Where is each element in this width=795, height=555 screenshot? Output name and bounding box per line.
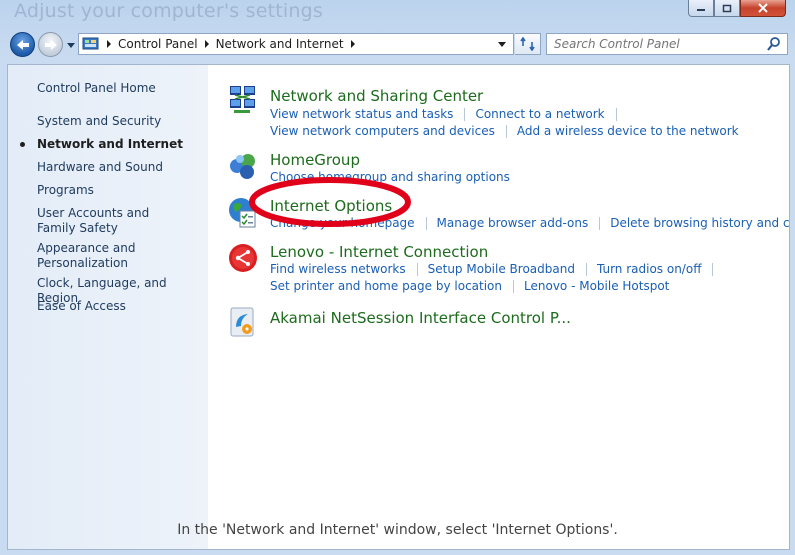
search-icon[interactable] xyxy=(766,36,782,52)
task-row: Change your homepage Manage browser add-… xyxy=(270,216,789,230)
separator xyxy=(425,216,427,230)
separator xyxy=(585,262,587,276)
separator xyxy=(513,279,515,293)
separator xyxy=(615,107,617,121)
task-row: View network status and tasks Connect to… xyxy=(270,107,627,121)
separator xyxy=(599,216,601,230)
search-input[interactable] xyxy=(547,35,766,53)
task-row: View network computers and devices Add a… xyxy=(270,124,739,138)
task-homegroup-options[interactable]: Choose homegroup and sharing options xyxy=(270,170,510,184)
history-dropdown-icon[interactable] xyxy=(66,41,76,49)
breadcrumb-control-panel[interactable]: Control Panel xyxy=(118,37,198,51)
akamai-icon xyxy=(230,307,254,337)
separator xyxy=(416,262,418,276)
task-manage-addons[interactable]: Manage browser add-ons xyxy=(437,216,589,230)
sidebar-item-appearance[interactable]: Appearance and Personalization xyxy=(37,241,147,271)
sidebar-item-network-internet: Network and Internet xyxy=(37,137,183,151)
minimize-button[interactable] xyxy=(688,0,714,17)
close-button[interactable] xyxy=(740,0,786,17)
sidebar-item-user-accounts[interactable]: User Accounts and Family Safety xyxy=(37,206,187,236)
task-row: Set printer and home page by location Le… xyxy=(270,279,669,293)
control-panel-icon xyxy=(82,37,99,50)
task-delete-history[interactable]: Delete browsing history and cookies xyxy=(610,216,789,230)
refresh-button[interactable] xyxy=(515,33,541,55)
task-setup-mobile-broadband[interactable]: Setup Mobile Broadband xyxy=(428,262,575,276)
main-panel: Network and Sharing Center View network … xyxy=(208,65,789,549)
task-view-network-computers[interactable]: View network computers and devices xyxy=(270,124,495,138)
back-arrow-icon xyxy=(16,39,29,50)
window-title: Adjust your computer's settings xyxy=(14,0,323,22)
separator xyxy=(464,107,466,121)
caption-buttons xyxy=(688,0,786,18)
content-area: Control Panel Home System and Security N… xyxy=(7,64,790,550)
task-set-printer-homepage[interactable]: Set printer and home page by location xyxy=(270,279,502,293)
search-box[interactable] xyxy=(546,33,788,55)
task-add-wireless-device[interactable]: Add a wireless device to the network xyxy=(517,124,739,138)
address-dropdown-icon[interactable] xyxy=(495,37,509,51)
breadcrumb-arrow-icon xyxy=(350,40,355,48)
task-row: Choose homegroup and sharing options xyxy=(270,170,510,184)
minimize-icon xyxy=(697,9,705,11)
task-find-wireless[interactable]: Find wireless networks xyxy=(270,262,406,276)
sidebar: Control Panel Home System and Security N… xyxy=(8,65,208,549)
lenovo-connection-icon xyxy=(229,244,257,272)
maximize-button[interactable] xyxy=(714,0,740,17)
separator xyxy=(712,262,714,276)
task-connect-to-network[interactable]: Connect to a network xyxy=(475,107,604,121)
task-change-homepage[interactable]: Change your homepage xyxy=(270,216,415,230)
back-button[interactable] xyxy=(10,32,35,57)
breadcrumb-arrow-icon xyxy=(107,40,111,48)
network-sharing-icon xyxy=(230,86,255,113)
category-internet-options[interactable]: Internet Options xyxy=(270,197,392,215)
homegroup-icon xyxy=(230,154,255,179)
sidebar-item-home[interactable]: Control Panel Home xyxy=(37,81,202,96)
refresh-icon xyxy=(519,37,535,51)
maximize-icon xyxy=(722,4,732,12)
breadcrumb-network-internet[interactable]: Network and Internet xyxy=(216,37,344,51)
active-bullet xyxy=(20,142,25,147)
address-bar[interactable]: Control Panel Network and Internet xyxy=(78,33,514,55)
close-icon xyxy=(758,3,768,13)
breadcrumb-arrow-icon xyxy=(204,40,209,48)
window-frame: Adjust your computer's settings Control … xyxy=(0,0,795,555)
sidebar-item-hardware-sound[interactable]: Hardware and Sound xyxy=(37,160,202,175)
category-homegroup[interactable]: HomeGroup xyxy=(270,151,360,169)
forward-button[interactable] xyxy=(38,32,63,57)
separator xyxy=(505,124,507,138)
sidebar-item-programs[interactable]: Programs xyxy=(37,183,202,198)
sidebar-item-ease-of-access[interactable]: Ease of Access xyxy=(37,299,202,314)
sidebar-item-system-security[interactable]: System and Security xyxy=(37,114,202,129)
internet-options-icon xyxy=(229,198,256,228)
task-row: Find wireless networks Setup Mobile Broa… xyxy=(270,262,723,276)
instruction-caption: In the 'Network and Internet' window, se… xyxy=(177,522,618,538)
forward-arrow-icon xyxy=(44,39,57,50)
category-lenovo-connection[interactable]: Lenovo - Internet Connection xyxy=(270,243,488,261)
task-mobile-hotspot[interactable]: Lenovo - Mobile Hotspot xyxy=(524,279,669,293)
category-akamai[interactable]: Akamai NetSession Interface Control P... xyxy=(270,309,571,327)
task-view-network-status[interactable]: View network status and tasks xyxy=(270,107,453,121)
task-turn-radios[interactable]: Turn radios on/off xyxy=(597,262,702,276)
category-network-sharing-center[interactable]: Network and Sharing Center xyxy=(270,87,483,105)
